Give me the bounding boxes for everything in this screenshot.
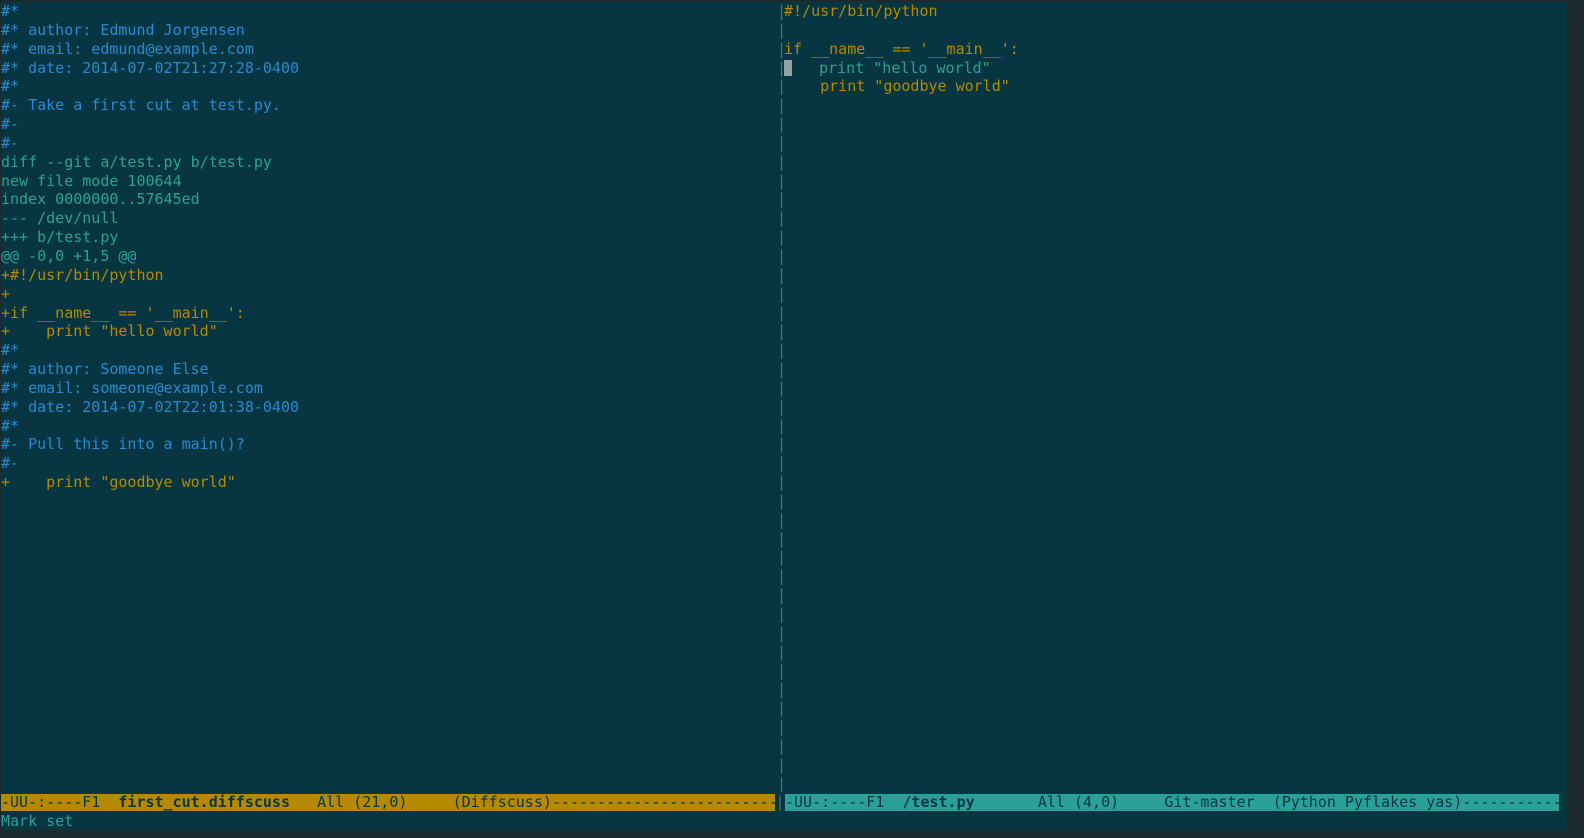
diff-line: #* author: Edmund Jorgensen — [1, 20, 245, 39]
divider-bar: | — [777, 586, 784, 605]
divider-bar: | — [777, 699, 784, 718]
divider-bar: | — [777, 171, 784, 190]
diff-line: #* — [1, 77, 20, 96]
divider-bar: | — [777, 378, 784, 397]
divider-bar: | — [777, 510, 784, 529]
diff-line: index 0000000..57645ed — [1, 190, 200, 209]
diff-line: new file mode 100644 — [1, 171, 182, 190]
modeline-right-vc[interactable]: Git-master — [1164, 794, 1272, 811]
divider-bar: | — [777, 736, 784, 755]
divider-bar: | — [777, 473, 784, 492]
modeline-left-mode[interactable]: (Diffscuss)-------------------------- — [453, 794, 775, 811]
code-line: #!/usr/bin/python — [784, 2, 938, 20]
diff-line: + — [1, 284, 11, 303]
divider-bar: | — [777, 209, 784, 228]
modeline-right[interactable]: -UU-:----F1 /test.py All (4,0) Git-maste… — [785, 794, 1559, 811]
divider-bar: | — [777, 39, 784, 58]
diff-line: +if __name__ == '__main__': — [1, 303, 245, 322]
divider-bar: | — [777, 548, 784, 567]
window-divider[interactable]: | | | | | | | | | | | | | | | | | | | | | | | | | | | | | | | | | | | | | | | |… — [777, 2, 784, 792]
divider-bar: | — [777, 718, 784, 737]
modeline-right-status: -UU-:----F1 — [785, 794, 903, 811]
divider-bar: | — [777, 661, 784, 680]
modeline-right-position: All (4,0) — [974, 794, 1165, 811]
diffscuss-buffer-pane[interactable]: #* #* author: Edmund Jorgensen #* email: e… — [1, 2, 777, 792]
divider-bar: | — [777, 360, 784, 379]
code-line-text: print "hello world" — [792, 58, 991, 77]
divider-bar: | — [777, 755, 784, 774]
divider-bar: | — [777, 96, 784, 115]
diff-line: diff --git a/test.py b/test.py — [1, 152, 272, 171]
divider-bar: | — [777, 774, 784, 792]
divider-bar: | — [777, 529, 784, 548]
text-cursor — [784, 59, 792, 76]
divider-bar: | — [777, 454, 784, 473]
modeline-left-buffer-name[interactable]: first_cut.diffscuss — [118, 794, 290, 811]
divider-bar: | — [777, 77, 784, 96]
code-line: if __name__ == '__main__': — [784, 39, 1019, 58]
minibuffer-message[interactable]: Mark set — [1, 813, 73, 830]
divider-bar: | — [777, 642, 784, 661]
divider-bar: | — [777, 605, 784, 623]
diff-line: @@ -0,0 +1,5 @@ — [1, 246, 137, 265]
divider-bar: | — [777, 2, 784, 20]
diff-line: #- — [1, 115, 20, 134]
modeline-left-position: All (21,0) — [290, 794, 453, 811]
modeline-left-status: -UU-:----F1 — [1, 794, 119, 811]
divider-bar: | — [777, 115, 784, 134]
modeline-right-mode[interactable]: (Python Pyflakes yas)------------ — [1273, 794, 1559, 811]
diff-line: #- Pull this into a main()? — [1, 435, 245, 454]
divider-bar: | — [777, 416, 784, 435]
divider-bar: | — [777, 322, 784, 341]
divider-bar: | — [777, 680, 784, 699]
diff-line: #* author: Someone Else — [1, 360, 209, 379]
divider-bar: | — [777, 397, 784, 416]
modeline-right-buffer-name[interactable]: /test.py — [902, 794, 974, 811]
diff-line: #* date: 2014-07-02T21:27:28-0400 — [1, 58, 300, 77]
diff-line: #* — [1, 416, 20, 435]
diff-line: #* — [1, 341, 20, 360]
modeline-left[interactable]: -UU-:----F1 first_cut.diffscuss All (21,… — [1, 794, 775, 811]
divider-bar: | — [777, 58, 784, 77]
diff-line: +#!/usr/bin/python — [1, 265, 164, 284]
divider-bar: | — [777, 265, 784, 284]
divider-bar: | — [777, 567, 784, 586]
diff-line: + print "goodbye world" — [1, 473, 236, 492]
divider-bar: | — [777, 228, 784, 247]
divider-bar: | — [777, 435, 784, 454]
diff-line: #- Take a first cut at test.py. — [1, 96, 281, 115]
divider-bar: | — [777, 20, 784, 39]
diff-line: --- /dev/null — [1, 209, 119, 228]
divider-bar: | — [777, 190, 784, 209]
diff-line: #* email: someone@example.com — [1, 378, 263, 397]
diff-line: #* date: 2014-07-02T22:01:38-0400 — [1, 397, 300, 416]
python-buffer-pane[interactable]: #!/usr/bin/python if __name__ == '__main_… — [784, 2, 1559, 792]
divider-bar: | — [777, 623, 784, 642]
diff-line: #* email: edmund@example.com — [1, 39, 254, 58]
divider-bar: | — [777, 341, 784, 360]
diff-line: + print "hello world" — [1, 322, 218, 341]
divider-bar: | — [777, 303, 784, 322]
divider-bar: | — [777, 246, 784, 265]
diff-line: +++ b/test.py — [1, 228, 119, 247]
code-line: print "goodbye world" — [784, 77, 1010, 96]
divider-bar: | — [777, 133, 784, 152]
diff-line: #* — [1, 2, 20, 20]
divider-bar: | — [777, 152, 784, 171]
diff-line: #- — [1, 454, 20, 473]
emacs-frame: #* #* author: Edmund Jorgensen #* email: e… — [1, 2, 1567, 830]
divider-bar: | — [777, 491, 784, 510]
code-line: print "hello world" — [784, 59, 1559, 78]
divider-bar: | — [777, 284, 784, 303]
diff-line: #- — [1, 133, 20, 152]
modeline-separator: | — [775, 793, 785, 811]
